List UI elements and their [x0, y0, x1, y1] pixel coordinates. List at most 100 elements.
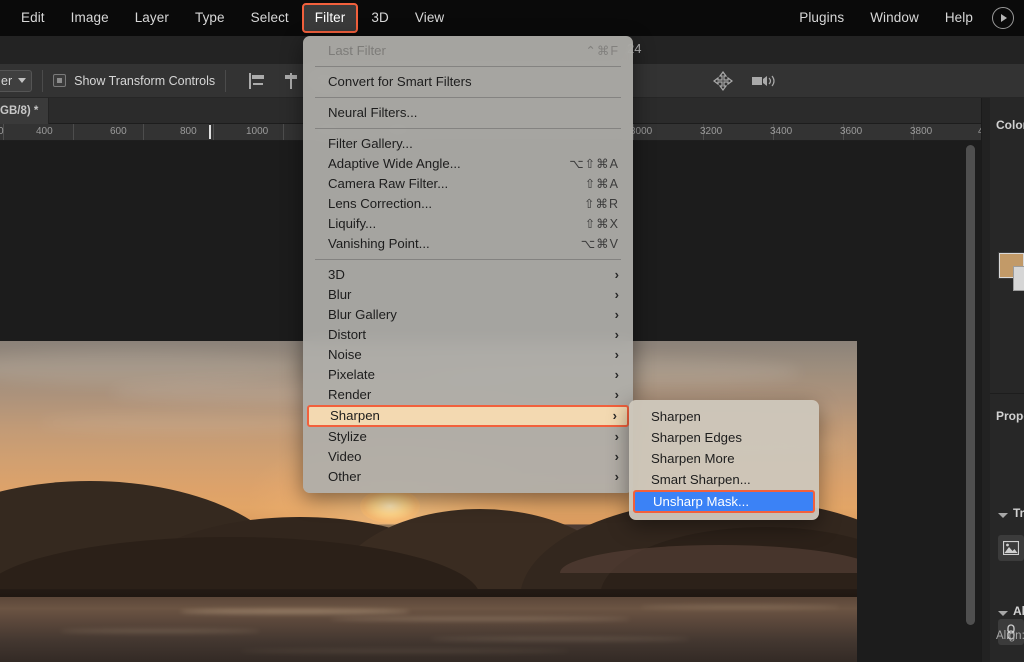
- image-thumbnail-icon[interactable]: [998, 535, 1024, 561]
- menu-item-adaptive-wide-angle[interactable]: Adaptive Wide Angle... ⌥⇧⌘A: [303, 154, 633, 174]
- video-icon[interactable]: [751, 72, 777, 90]
- submenu-item-sharpen-more[interactable]: Sharpen More: [629, 448, 819, 469]
- menu-item-convert-for-smart-filters[interactable]: Convert for Smart Filters: [303, 72, 633, 92]
- menu-separator: [315, 259, 621, 260]
- ruler-label-0: 0: [0, 126, 4, 137]
- right-panel-dock: Color Prope Tra Alig Align:: [981, 98, 1024, 662]
- panel-title-color[interactable]: Color: [996, 118, 1024, 132]
- divider: [42, 70, 43, 92]
- chevron-down-icon-align[interactable]: [998, 611, 1008, 616]
- menu-filter[interactable]: Filter: [302, 3, 359, 33]
- chevron-right-icon: ›: [615, 365, 619, 385]
- chevron-right-icon: ›: [615, 345, 619, 365]
- menu-item-label: Stylize: [328, 427, 607, 447]
- panel-title-align[interactable]: Alig: [1013, 604, 1024, 618]
- ruler-cursor-indicator: [209, 125, 211, 139]
- menu-item-liquify[interactable]: Liquify... ⇧⌘X: [303, 214, 633, 234]
- menu-item-camera-raw-filter[interactable]: Camera Raw Filter... ⇧⌘A: [303, 174, 633, 194]
- menu-layer[interactable]: Layer: [122, 3, 182, 33]
- menu-item-shortcut: ⇧⌘A: [585, 174, 619, 194]
- submenu-item-sharpen-edges[interactable]: Sharpen Edges: [629, 427, 819, 448]
- menu-window[interactable]: Window: [857, 3, 932, 33]
- menu-select[interactable]: Select: [238, 3, 302, 33]
- menu-item-label: Neural Filters...: [328, 103, 619, 123]
- menu-edit[interactable]: Edit: [8, 3, 58, 33]
- checkbox-box[interactable]: [53, 74, 66, 87]
- show-transform-controls-label: Show Transform Controls: [74, 74, 215, 88]
- submenu-item-unsharp-mask[interactable]: Unsharp Mask...: [633, 490, 815, 513]
- menu-item-other[interactable]: Other ›: [303, 467, 633, 487]
- menu-type[interactable]: Type: [182, 3, 238, 33]
- ruler-label-400: 400: [36, 126, 53, 137]
- menu-item-video[interactable]: Video ›: [303, 447, 633, 467]
- scrollbar-thumb[interactable]: [966, 145, 975, 625]
- chevron-right-icon: ›: [615, 427, 619, 447]
- menu-view[interactable]: View: [402, 3, 457, 33]
- ruler-label-3400: 3400: [770, 126, 792, 137]
- move-tool-icon[interactable]: [713, 71, 733, 91]
- menu-3d[interactable]: 3D: [358, 3, 401, 33]
- menu-item-label: Adaptive Wide Angle...: [328, 154, 569, 174]
- chevron-right-icon: ›: [615, 325, 619, 345]
- divider: [225, 70, 226, 92]
- menu-item-label: Filter Gallery...: [328, 134, 619, 154]
- panel-title-transform[interactable]: Tra: [1013, 506, 1024, 520]
- menu-item-filter-gallery[interactable]: Filter Gallery...: [303, 134, 633, 154]
- document-tab[interactable]: GB/8) *: [0, 98, 49, 124]
- menu-item-label: Last Filter: [328, 41, 585, 61]
- menu-item-sharpen[interactable]: Sharpen ›: [307, 405, 629, 427]
- menu-separator: [315, 97, 621, 98]
- chevron-right-icon: ›: [615, 467, 619, 487]
- canvas-vertical-scrollbar[interactable]: [966, 141, 975, 662]
- menu-item-stylize[interactable]: Stylize ›: [303, 427, 633, 447]
- menu-item-pixelate[interactable]: Pixelate ›: [303, 365, 633, 385]
- submenu-item-smart-sharpen[interactable]: Smart Sharpen...: [629, 469, 819, 490]
- menu-item-label: Sharpen: [330, 406, 605, 426]
- chevron-right-icon: ›: [615, 385, 619, 405]
- submenu-item-sharpen[interactable]: Sharpen: [629, 406, 819, 427]
- tool-preset-select[interactable]: er: [0, 70, 32, 92]
- menu-item-label: Pixelate: [328, 365, 607, 385]
- menu-item-label: Camera Raw Filter...: [328, 174, 585, 194]
- menu-item-shortcut: ⌃⌘F: [585, 41, 619, 61]
- menu-item-label: Vanishing Point...: [328, 234, 581, 254]
- video-glyph: [751, 72, 777, 90]
- menu-image[interactable]: Image: [58, 3, 122, 33]
- chevron-right-icon: ›: [615, 447, 619, 467]
- tool-preset-value: er: [1, 74, 12, 88]
- ruler-label-3000: 3000: [630, 126, 652, 137]
- menu-item-lens-correction[interactable]: Lens Correction... ⇧⌘R: [303, 194, 633, 214]
- menu-item-label: 3D: [328, 265, 607, 285]
- ruler-label-600: 600: [110, 126, 127, 137]
- ruler-label-3600: 3600: [840, 126, 862, 137]
- align-left-icon[interactable]: [248, 72, 266, 90]
- dock-rail[interactable]: [982, 98, 990, 662]
- ruler-label-3200: 3200: [700, 126, 722, 137]
- show-transform-controls-checkbox[interactable]: Show Transform Controls: [53, 74, 215, 88]
- align-label: Align:: [996, 630, 1024, 642]
- play-circle-icon[interactable]: [992, 7, 1014, 29]
- filter-dropdown-menu[interactable]: Last Filter ⌃⌘F Convert for Smart Filter…: [303, 36, 633, 493]
- photoshop-window: Edit Image Layer Type Select Filter 3D V…: [0, 0, 1024, 662]
- sharpen-submenu[interactable]: Sharpen Sharpen Edges Sharpen More Smart…: [629, 400, 819, 520]
- menu-item-3d[interactable]: 3D ›: [303, 265, 633, 285]
- menu-item-shortcut: ⌥⌘V: [581, 234, 619, 254]
- menu-item-label: Other: [328, 467, 607, 487]
- chevron-down-icon-transform[interactable]: [998, 513, 1008, 518]
- menu-item-noise[interactable]: Noise ›: [303, 345, 633, 365]
- menu-item-blur[interactable]: Blur ›: [303, 285, 633, 305]
- panel-title-properties[interactable]: Prope: [996, 409, 1024, 423]
- image-thumbnail-glyph: [1003, 541, 1019, 555]
- menu-item-vanishing-point[interactable]: Vanishing Point... ⌥⌘V: [303, 234, 633, 254]
- menu-plugins[interactable]: Plugins: [786, 3, 857, 33]
- ruler-label-800: 800: [180, 126, 197, 137]
- menu-item-distort[interactable]: Distort ›: [303, 325, 633, 345]
- menu-bar-right-group: Plugins Window Help: [786, 0, 1024, 36]
- chevron-right-icon: ›: [613, 406, 617, 426]
- menu-item-render[interactable]: Render ›: [303, 385, 633, 405]
- menu-item-blur-gallery[interactable]: Blur Gallery ›: [303, 305, 633, 325]
- background-color-swatch[interactable]: [1013, 266, 1024, 291]
- align-center-icon[interactable]: [282, 72, 300, 90]
- menu-help[interactable]: Help: [932, 3, 986, 33]
- menu-item-neural-filters[interactable]: Neural Filters...: [303, 103, 633, 123]
